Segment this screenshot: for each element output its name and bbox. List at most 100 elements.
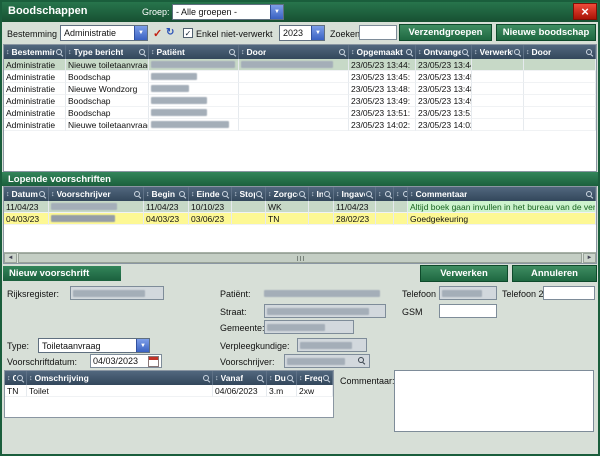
type-dropdown[interactable]: Toiletaanvraag ▼ bbox=[38, 338, 150, 353]
year-dropdown[interactable]: 2023 ▼ bbox=[279, 25, 325, 41]
filter-magnifier-icon[interactable] bbox=[16, 374, 24, 382]
column-header-vanaf[interactable]: ↕Vanaf bbox=[213, 371, 267, 385]
horizontal-scrollbar[interactable]: ◄ ► bbox=[4, 252, 596, 263]
telefoon2-input[interactable] bbox=[543, 286, 595, 300]
verwerken-button[interactable]: Verwerken bbox=[420, 265, 508, 282]
table-row[interactable]: AdministratieNieuwe toiletaanvraag23/05/… bbox=[4, 59, 596, 71]
sort-icon: ↕ bbox=[146, 191, 150, 198]
refresh-icon[interactable]: ↻ bbox=[166, 27, 174, 38]
column-header-p[interactable]: ↕P bbox=[394, 187, 408, 201]
messages-table: ↕Bestemming↕Type bericht↕Patiënt↕Door↕Op… bbox=[3, 44, 597, 172]
chevron-down-icon[interactable]: ▼ bbox=[311, 26, 324, 40]
prescriptions-table: ◄ ► ↕Datum↕Voorschrijver↕Begin↕Einde↕Sto… bbox=[3, 186, 597, 264]
filter-magnifier-icon[interactable] bbox=[513, 48, 521, 56]
filter-magnifier-icon[interactable] bbox=[585, 190, 593, 198]
column-header-datum[interactable]: ↕Datum bbox=[4, 187, 49, 201]
filter-magnifier-icon[interactable] bbox=[221, 190, 229, 198]
filter-magnifier-icon[interactable] bbox=[298, 190, 306, 198]
chevron-down-icon[interactable]: ▼ bbox=[134, 26, 147, 40]
column-header-gv[interactable]: ↕GV bbox=[376, 187, 394, 201]
redacted-text bbox=[151, 109, 207, 116]
column-header-einde[interactable]: ↕Einde bbox=[189, 187, 232, 201]
sort-icon: ↕ bbox=[151, 49, 155, 56]
table-row[interactable]: AdministratieBoodschap23/05/23 13:45:23/… bbox=[4, 71, 596, 83]
filter-magnifier-icon[interactable] bbox=[384, 190, 392, 198]
bestemming-dropdown[interactable]: Administratie ▼ bbox=[60, 25, 148, 41]
nieuwe-boodschap-button[interactable]: Nieuwe boodschap bbox=[496, 24, 596, 41]
column-header-voorschrijver[interactable]: ↕Voorschrijver bbox=[49, 187, 144, 201]
filter-magnifier-icon[interactable] bbox=[256, 374, 264, 382]
column-header-pati-nt[interactable]: ↕Patiënt bbox=[149, 45, 239, 59]
filter-magnifier-icon[interactable] bbox=[38, 190, 46, 198]
gsm-input[interactable] bbox=[439, 304, 497, 318]
commentaar-textarea[interactable] bbox=[394, 370, 594, 432]
column-header-bestemming[interactable]: ↕Bestemming bbox=[4, 45, 66, 59]
column-header-commentaar[interactable]: ↕Commentaar bbox=[408, 187, 596, 201]
calendar-icon[interactable] bbox=[148, 356, 159, 367]
table-cell bbox=[239, 107, 349, 119]
filter-magnifier-icon[interactable] bbox=[202, 374, 210, 382]
column-header-zorgcode[interactable]: ↕Zorgcode bbox=[266, 187, 309, 201]
column-header-init[interactable]: ↕Init bbox=[309, 187, 334, 201]
annuleren-button[interactable]: Annuleren bbox=[512, 265, 597, 282]
filter-magnifier-icon[interactable] bbox=[323, 190, 331, 198]
column-header-freq-[interactable]: ↕Freq. bbox=[297, 371, 333, 385]
filter-magnifier-icon[interactable] bbox=[138, 48, 146, 56]
group-dropdown[interactable]: - Alle groepen - ▼ bbox=[172, 4, 284, 20]
table-cell bbox=[472, 71, 524, 83]
zoeken-input[interactable] bbox=[359, 25, 397, 40]
enkel-niet-verwerkt-checkbox[interactable]: ✓ bbox=[183, 28, 193, 38]
filter-magnifier-icon[interactable] bbox=[286, 374, 294, 382]
table-row[interactable]: AdministratieNieuwe Wondzorg23/05/23 13:… bbox=[4, 83, 596, 95]
filter-magnifier-icon[interactable] bbox=[228, 48, 236, 56]
gemeente-field bbox=[264, 320, 354, 334]
chevron-down-icon[interactable]: ▼ bbox=[136, 339, 149, 352]
filter-magnifier-icon[interactable] bbox=[255, 190, 263, 198]
scroll-left-icon[interactable]: ◄ bbox=[4, 253, 17, 263]
column-header-opgemaakt[interactable]: ↕Opgemaakt bbox=[349, 45, 416, 59]
column-header-c[interactable]: ↕C bbox=[5, 371, 27, 385]
column-header-duur[interactable]: ↕Duur bbox=[267, 371, 297, 385]
column-header-door[interactable]: ↕Door bbox=[239, 45, 349, 59]
chevron-down-icon[interactable]: ▼ bbox=[270, 5, 283, 19]
voorschriftdatum-label: Voorschriftdatum: bbox=[7, 357, 77, 367]
column-header-begin[interactable]: ↕Begin bbox=[144, 187, 189, 201]
column-header-ontvangen[interactable]: ↕Ontvangen bbox=[416, 45, 472, 59]
lookup-magnifier-icon[interactable] bbox=[357, 356, 367, 366]
table-cell: Goedgekeuring bbox=[408, 213, 596, 225]
scrollbar-thumb[interactable] bbox=[18, 253, 582, 263]
table-row[interactable]: 11/04/2311/04/2310/10/23WK11/04/23Altijd… bbox=[4, 201, 596, 213]
column-header-label: Door bbox=[247, 47, 267, 57]
filter-magnifier-icon[interactable] bbox=[585, 48, 593, 56]
type-label: Type: bbox=[7, 341, 29, 351]
column-header-stop[interactable]: ↕Stop bbox=[232, 187, 266, 201]
filter-magnifier-icon[interactable] bbox=[55, 48, 63, 56]
scroll-right-icon[interactable]: ► bbox=[583, 253, 596, 263]
filter-magnifier-icon[interactable] bbox=[365, 190, 373, 198]
column-header-verwerkt[interactable]: ↕Verwerkt bbox=[472, 45, 524, 59]
checkbox-check-icon: ✓ bbox=[185, 29, 192, 38]
column-header-ingave[interactable]: ↕Ingave bbox=[334, 187, 376, 201]
care-items-table: ↕C↕Omschrijving↕Vanaf↕Duur↕Freq.TNToilet… bbox=[4, 370, 334, 418]
validate-check-icon[interactable]: ✓ bbox=[153, 27, 162, 40]
rijksregister-label: Rijksregister: bbox=[7, 289, 59, 299]
table-row[interactable]: AdministratieBoodschap23/05/23 13:51:23/… bbox=[4, 107, 596, 119]
table-row[interactable]: AdministratieNieuwe toiletaanvraag23/05/… bbox=[4, 119, 596, 131]
table-cell bbox=[239, 59, 349, 71]
column-header-type-bericht[interactable]: ↕Type bericht bbox=[66, 45, 149, 59]
table-row[interactable]: AdministratieBoodschap23/05/23 13:49:23/… bbox=[4, 95, 596, 107]
table-cell bbox=[524, 71, 596, 83]
verzendgroepen-button[interactable]: Verzendgroepen bbox=[399, 24, 492, 41]
filter-magnifier-icon[interactable] bbox=[461, 48, 469, 56]
filter-magnifier-icon[interactable] bbox=[405, 48, 413, 56]
table-row[interactable]: TNToilet04/06/20233.m2xw bbox=[5, 385, 333, 397]
close-button[interactable]: × bbox=[573, 3, 597, 20]
column-header-door[interactable]: ↕Door bbox=[524, 45, 596, 59]
column-header-omschrijving[interactable]: ↕Omschrijving bbox=[27, 371, 213, 385]
filter-magnifier-icon[interactable] bbox=[133, 190, 141, 198]
filter-magnifier-icon[interactable] bbox=[338, 48, 346, 56]
filter-magnifier-icon[interactable] bbox=[322, 374, 330, 382]
table-row[interactable]: 04/03/2304/03/2303/06/23TN28/02/23Goedge… bbox=[4, 213, 596, 225]
voorschriftdatum-input[interactable]: 04/03/2023 bbox=[90, 354, 162, 368]
filter-magnifier-icon[interactable] bbox=[178, 190, 186, 198]
